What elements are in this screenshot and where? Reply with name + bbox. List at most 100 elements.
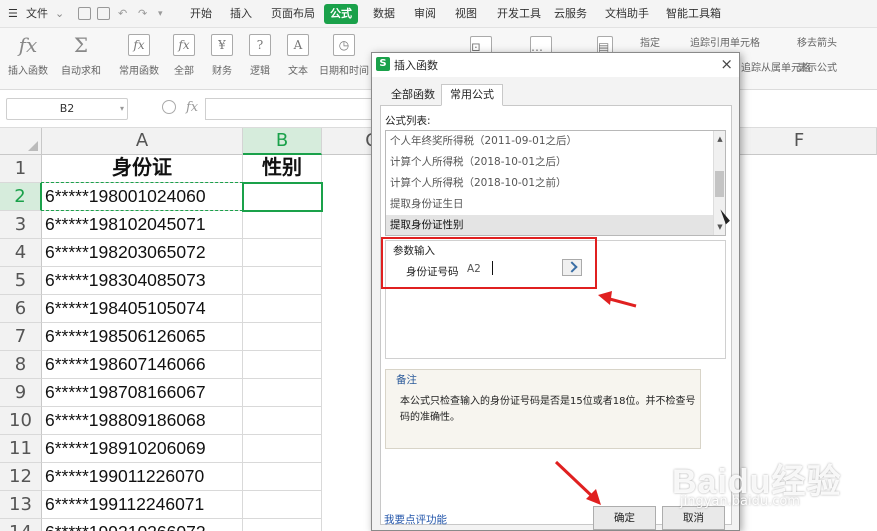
cell-b13[interactable] (243, 491, 322, 519)
cell-b1[interactable]: 性别 (243, 155, 322, 183)
cell-a4[interactable]: 6*****198203065072 (42, 239, 243, 267)
cell-b6[interactable] (243, 295, 322, 323)
cell-b8[interactable] (243, 351, 322, 379)
cell-a5[interactable]: 6*****198304085073 (42, 267, 243, 295)
cell-a14[interactable]: 6*****199210266072 (42, 519, 243, 531)
row-header[interactable]: 9 (0, 379, 42, 407)
all-functions-button[interactable]: fx 全部 (170, 32, 198, 82)
row-header[interactable]: 13 (0, 491, 42, 519)
dialog-titlebar[interactable]: S 插入函数 × (372, 53, 739, 77)
cell-b5[interactable] (243, 267, 322, 295)
tab-view[interactable]: 视图 (455, 6, 477, 22)
row-header[interactable]: 2 (0, 183, 42, 211)
cell-b10[interactable] (243, 407, 322, 435)
select-all-corner[interactable] (0, 128, 42, 155)
hamburger-icon[interactable]: ☰ (8, 6, 18, 22)
tab-doc-assistant[interactable]: 文档助手 (605, 6, 649, 22)
cell-a1[interactable]: 身份证 (42, 155, 243, 183)
remove-arrows-button[interactable]: 移去箭头 (797, 36, 837, 52)
cell-b7[interactable] (243, 323, 322, 351)
redo-icon[interactable]: ↷ (138, 6, 147, 22)
tab-cloud[interactable]: 云服务 (554, 6, 587, 22)
cell-b2[interactable] (243, 183, 322, 211)
tab-data[interactable]: 数据 (373, 6, 395, 22)
cell-a10[interactable]: 6*****198809186068 (42, 407, 243, 435)
tab-all-functions[interactable]: 全部函数 (382, 84, 444, 106)
cell-a12[interactable]: 6*****199011226070 (42, 463, 243, 491)
datetime-button[interactable]: ◷ 日期和时间 (318, 32, 370, 82)
row-header[interactable]: 6 (0, 295, 42, 323)
cell-b3[interactable] (243, 211, 322, 239)
row-header[interactable]: 8 (0, 351, 42, 379)
close-icon[interactable]: × (720, 54, 733, 74)
text-button[interactable]: A 文本 (282, 32, 314, 82)
tab-insert[interactable]: 插入 (230, 6, 252, 22)
cell-a6[interactable]: 6*****198405105074 (42, 295, 243, 323)
list-item[interactable]: 个人年终奖所得税（2011-09-01之后） (386, 131, 714, 152)
list-item[interactable]: 计算个人所得税（2018-10-01之前） (386, 173, 714, 194)
cell-a13[interactable]: 6*****199112246071 (42, 491, 243, 519)
more-icon[interactable]: ▾ (158, 6, 163, 22)
row-header[interactable]: 3 (0, 211, 42, 239)
formula-input[interactable] (205, 98, 375, 120)
text-a-icon: A (287, 34, 309, 56)
tab-developer[interactable]: 开发工具 (497, 6, 541, 22)
column-header-b[interactable]: B (243, 128, 322, 155)
undo-icon[interactable]: ↶ (118, 6, 127, 22)
cell-a7[interactable]: 6*****198506126065 (42, 323, 243, 351)
cell-a2[interactable]: 6*****198001024060 (42, 183, 243, 211)
cell-b11[interactable] (243, 435, 322, 463)
row-header[interactable]: 4 (0, 239, 42, 267)
fx-label[interactable]: fx (186, 100, 198, 115)
tab-page-layout[interactable]: 页面布局 (271, 6, 315, 22)
row-header[interactable]: 11 (0, 435, 42, 463)
name-box[interactable]: B2 ▾ (6, 98, 128, 120)
row-header[interactable]: 1 (0, 155, 42, 183)
zoom-icon[interactable] (162, 100, 176, 114)
insert-function-button[interactable]: fx 插入函数 (6, 32, 50, 82)
common-functions-button[interactable]: fx 常用函数 (114, 32, 164, 82)
finance-button[interactable]: ¥ 财务 (206, 32, 238, 82)
formula-list-label: 公式列表: (385, 115, 431, 127)
tab-start[interactable]: 开始 (190, 6, 212, 22)
chevron-down-icon[interactable]: ⌄ (55, 6, 64, 22)
cell-a3[interactable]: 6*****198102045071 (42, 211, 243, 239)
save-icon[interactable] (78, 7, 91, 20)
list-item-selected[interactable]: 提取身份证性别 (386, 215, 714, 235)
cell-a9[interactable]: 6*****198708166067 (42, 379, 243, 407)
column-header-f[interactable]: F (722, 128, 877, 155)
scroll-thumb[interactable] (715, 171, 724, 197)
scroll-down-icon[interactable]: ▼ (715, 221, 725, 233)
tab-review[interactable]: 审阅 (414, 6, 436, 22)
row-header[interactable]: 12 (0, 463, 42, 491)
ok-button[interactable]: 确定 (593, 506, 656, 530)
autosum-button[interactable]: Σ 自动求和 (58, 32, 104, 82)
row-header[interactable]: 7 (0, 323, 42, 351)
row-header[interactable]: 10 (0, 407, 42, 435)
row-header[interactable]: 14 (0, 519, 42, 531)
cell-b14[interactable] (243, 519, 322, 531)
logic-button[interactable]: ? 逻辑 (244, 32, 276, 82)
show-formulas-button[interactable]: 显示公式 (797, 61, 837, 77)
specify-button[interactable]: 指定 (640, 36, 660, 52)
cell-a11[interactable]: 6*****198910206069 (42, 435, 243, 463)
formula-list[interactable]: 个人年终奖所得税（2011-09-01之后） 计算个人所得税（2018-10-0… (385, 130, 726, 236)
file-menu[interactable]: 文件 (26, 6, 48, 22)
list-item[interactable]: 计算个人所得税（2018-10-01之后） (386, 152, 714, 173)
cell-b12[interactable] (243, 463, 322, 491)
trace-precedents-button[interactable]: 追踪引用单元格 (690, 36, 760, 52)
function-icon: fx (173, 34, 195, 56)
cell-a8[interactable]: 6*****198607146066 (42, 351, 243, 379)
tab-formula[interactable]: 公式 (324, 4, 358, 24)
review-link[interactable]: 我要点评功能 (384, 512, 447, 527)
cell-b9[interactable] (243, 379, 322, 407)
print-icon[interactable] (97, 7, 110, 20)
collapse-reference-button[interactable] (562, 259, 582, 276)
list-item[interactable]: 提取身份证生日 (386, 194, 714, 215)
tab-common-formulas[interactable]: 常用公式 (441, 84, 503, 106)
column-header-a[interactable]: A (42, 128, 243, 155)
cell-b4[interactable] (243, 239, 322, 267)
scroll-up-icon[interactable]: ▲ (715, 133, 725, 145)
row-header[interactable]: 5 (0, 267, 42, 295)
tab-smart-toolbox[interactable]: 智能工具箱 (666, 6, 721, 22)
